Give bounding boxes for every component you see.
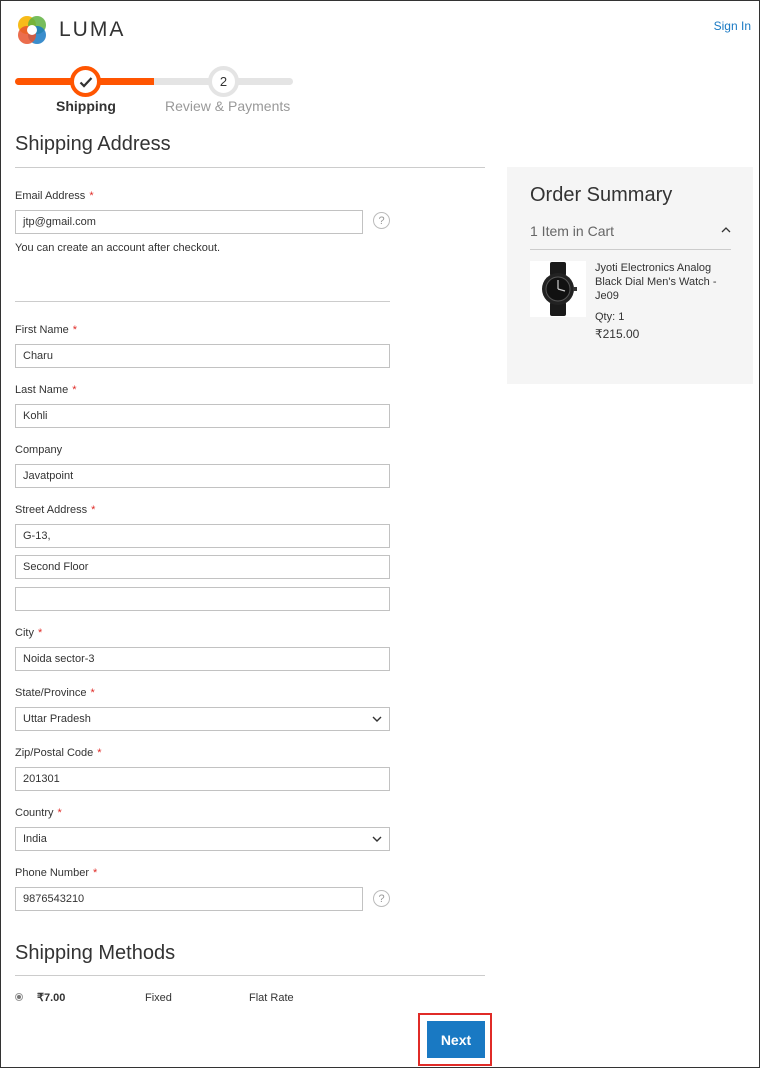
state-label: State/Province *	[15, 687, 95, 699]
shipping-methods-title: Shipping Methods	[15, 942, 176, 964]
method-carrier: Flat Rate	[249, 992, 294, 1004]
product-name: Jyoti Electronics Analog Black Dial Men'…	[595, 262, 717, 302]
luma-logo-icon	[18, 16, 46, 44]
street-line2-field[interactable]: Second Floor	[15, 555, 390, 579]
highlight-box: Next	[418, 1013, 492, 1066]
help-icon[interactable]: ?	[373, 212, 390, 229]
order-summary: Order Summary 1 Item in Cart Jyoti Elect…	[507, 167, 753, 384]
method-price: ₹7.00	[37, 992, 66, 1004]
phone-label: Phone Number *	[15, 867, 98, 879]
country-label: Country *	[15, 807, 62, 819]
brand-name: LUMA	[59, 18, 126, 41]
last-name-label: Last Name *	[15, 384, 77, 396]
street-line1-field[interactable]: G-13,	[15, 524, 390, 548]
city-label: City *	[15, 627, 43, 639]
checkout-progress: 2 Shipping Review & Payments	[15, 63, 295, 114]
step-shipping-marker	[70, 66, 101, 97]
state-select[interactable]: Uttar Pradesh	[15, 707, 390, 731]
checkmark-icon	[79, 76, 92, 88]
shipping-address-title: Shipping Address	[15, 133, 171, 155]
first-name-label: First Name *	[15, 324, 78, 336]
product-price: ₹215.00	[595, 327, 640, 341]
shipping-method-radio[interactable]	[15, 993, 23, 1001]
items-in-cart-toggle[interactable]: 1 Item in Cart	[530, 223, 614, 239]
step-review-marker: 2	[208, 66, 239, 97]
city-field[interactable]: Noida sector-3	[15, 647, 390, 671]
step-shipping-label: Shipping	[56, 98, 116, 114]
email-label: Email Address *	[15, 190, 94, 202]
first-name-field[interactable]: Charu	[15, 344, 390, 368]
divider	[15, 167, 485, 168]
state-value: Uttar Pradesh	[23, 713, 91, 725]
company-field[interactable]: Javatpoint	[15, 464, 390, 488]
last-name-field[interactable]: Kohli	[15, 404, 390, 428]
phone-field[interactable]: 9876543210	[15, 887, 363, 911]
page-frame: LUMA Sign In 2 Shipping Review & Payment…	[0, 0, 760, 1068]
sign-in-link[interactable]: Sign In	[714, 19, 751, 33]
zip-field[interactable]: 201301	[15, 767, 390, 791]
divider	[15, 301, 390, 302]
order-summary-title: Order Summary	[530, 184, 673, 206]
chevron-up-icon[interactable]	[721, 225, 731, 235]
email-field[interactable]: jtp@gmail.com	[15, 210, 363, 234]
help-icon[interactable]: ?	[373, 890, 390, 907]
street-label: Street Address *	[15, 504, 96, 516]
next-button[interactable]: Next	[427, 1021, 485, 1058]
divider	[530, 249, 731, 250]
product-qty: Qty: 1	[595, 311, 625, 323]
chevron-down-icon	[372, 716, 382, 722]
divider	[15, 975, 485, 976]
zip-label: Zip/Postal Code *	[15, 747, 102, 759]
product-thumbnail	[530, 261, 586, 317]
country-select[interactable]: India	[15, 827, 390, 851]
method-type: Fixed	[145, 992, 172, 1004]
watch-image	[542, 262, 577, 316]
step-number: 2	[219, 74, 228, 89]
step-review-label: Review & Payments	[165, 98, 291, 114]
chevron-down-icon	[372, 836, 382, 842]
account-note: You can create an account after checkout…	[15, 242, 221, 254]
luma-logo[interactable]: LUMA	[15, 13, 125, 47]
street-line3-field[interactable]	[15, 587, 390, 611]
country-value: India	[23, 833, 47, 845]
company-label: Company	[15, 444, 63, 456]
